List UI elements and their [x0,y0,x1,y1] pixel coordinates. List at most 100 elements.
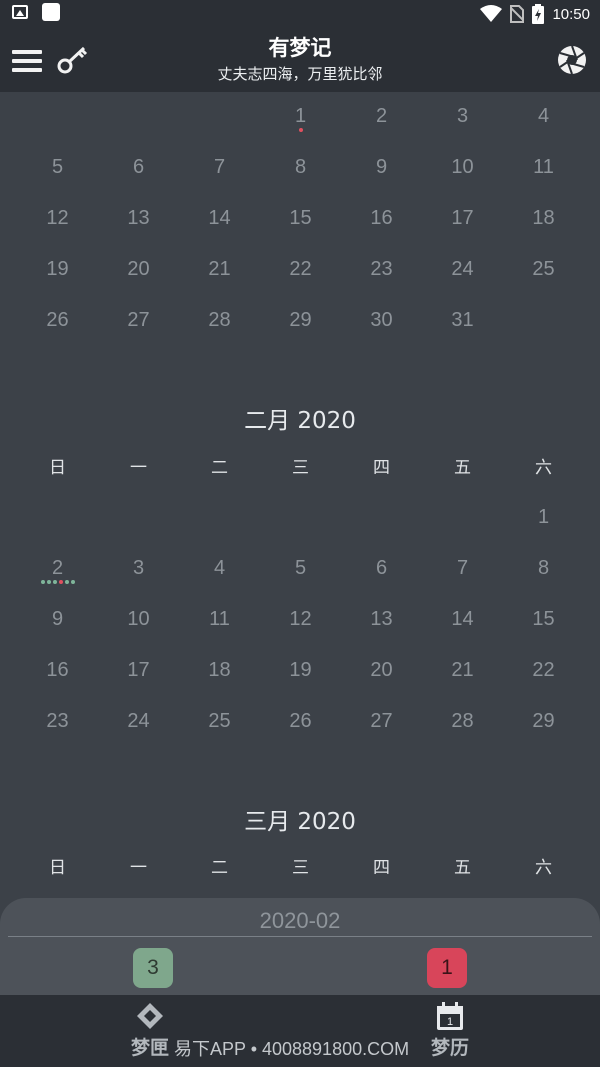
feb-day-28[interactable]: 28 [422,701,503,741]
jan-day-17[interactable]: 17 [422,198,503,238]
status-bar: 10:50 [0,0,600,30]
feb-day-26[interactable]: 26 [260,701,341,741]
jan-day-2[interactable]: 2 [341,96,422,136]
app-header: 有梦记 丈夫志四海，万里犹比邻 [0,30,600,92]
panel-month-label: 2020-02 [259,908,341,933]
jan-day-18[interactable]: 18 [503,198,584,238]
dream-dot [40,580,45,584]
empty-day-cell [422,497,503,537]
feb-day-12[interactable]: 12 [260,599,341,639]
feb-day-19[interactable]: 19 [260,650,341,690]
app-notification-icon [42,3,60,21]
feb-day-3[interactable]: 3 [98,548,179,588]
feb-day-2[interactable]: 2 [17,548,98,588]
jan-day-20[interactable]: 20 [98,249,179,289]
jan-day-21[interactable]: 21 [179,249,260,289]
dream-dot [46,580,51,584]
feb-day-25[interactable]: 25 [179,701,260,741]
jan-day-23[interactable]: 23 [341,249,422,289]
month-title-march: 三月 2020 [244,809,356,835]
feb-day-23[interactable]: 23 [17,701,98,741]
weekday-label: 四 [373,858,390,878]
feb-day-15[interactable]: 15 [503,599,584,639]
dream-count-badge-green[interactable]: 3 [133,948,173,988]
calendar-icon-day: 1 [447,1016,453,1028]
jan-day-10[interactable]: 10 [422,147,503,187]
month-summary-panel[interactable]: 2020-02 3 1 [0,898,600,998]
feb-day-17[interactable]: 17 [98,650,179,690]
feb-day-14[interactable]: 14 [422,599,503,639]
jan-day-27[interactable]: 27 [98,300,179,340]
feb-week-row: 23 24 25 26 27 28 29 [17,701,584,741]
jan-day-3[interactable]: 3 [422,96,503,136]
feb-day-4[interactable]: 4 [179,548,260,588]
feb-day-29[interactable]: 29 [503,701,584,741]
feb-week-row: 16 17 18 19 20 21 22 [17,650,584,690]
jan-day-13[interactable]: 13 [98,198,179,238]
panel-divider [8,936,592,937]
nav-dream-calendar[interactable]: 1 梦历 [420,1001,480,1060]
jan-day-9[interactable]: 9 [341,147,422,187]
no-sim-icon [510,5,525,23]
jan-day-25[interactable]: 25 [503,249,584,289]
february-weekday-header: 日一二三四五六 [17,453,584,483]
dream-dot [64,580,69,584]
feb-day-11[interactable]: 11 [179,599,260,639]
app-title: 有梦记 [268,36,332,60]
jan-day-4[interactable]: 4 [503,96,584,136]
jan-day-15[interactable]: 15 [260,198,341,238]
feb-day-7[interactable]: 7 [422,548,503,588]
jan-day-26[interactable]: 26 [17,300,98,340]
month-title-february: 二月 2020 [244,408,356,434]
nav-dream-box[interactable]: 梦匣 [120,1001,180,1060]
dream-dot [58,580,63,584]
jan-day-6[interactable]: 6 [98,147,179,187]
feb-day-21[interactable]: 21 [422,650,503,690]
jan-day-31[interactable]: 31 [422,300,503,340]
aperture-icon[interactable] [556,44,588,80]
jan-day-8[interactable]: 8 [260,147,341,187]
jan-week-row: 5 6 7 8 9 10 11 [17,147,584,187]
jan-week-row: 19 20 21 22 23 24 25 [17,249,584,289]
jan-day-22[interactable]: 22 [260,249,341,289]
jan-day-5[interactable]: 5 [17,147,98,187]
feb-day-6[interactable]: 6 [341,548,422,588]
jan-day-29[interactable]: 29 [260,300,341,340]
feb-day-22[interactable]: 22 [503,650,584,690]
jan-day-19[interactable]: 19 [17,249,98,289]
empty-day-cell [179,497,260,537]
jan-day-12[interactable]: 12 [17,198,98,238]
feb-day-24[interactable]: 24 [98,701,179,741]
weekday-label: 一 [130,858,147,878]
feb-day-13[interactable]: 13 [341,599,422,639]
feb-day-5[interactable]: 5 [260,548,341,588]
jan-day-11[interactable]: 11 [503,147,584,187]
feb-day-20[interactable]: 20 [341,650,422,690]
calendar-scroll-view[interactable]: 1 2 3 4 5 6 7 8 9 10 11 12 13 14 15 16 17 18 19 20 21 22 23 24 2… [0,92,600,902]
weekday-label: 日 [49,858,66,878]
jan-day-7[interactable]: 7 [179,147,260,187]
jan-day-28[interactable]: 28 [179,300,260,340]
dream-dot [52,580,57,584]
empty-day-cell [179,96,260,136]
dream-dot [298,128,303,132]
jan-day-16[interactable]: 16 [341,198,422,238]
feb-day-10[interactable]: 10 [98,599,179,639]
weekday-label: 三 [292,458,309,478]
feb-day-9[interactable]: 9 [17,599,98,639]
feb-day-8[interactable]: 8 [503,548,584,588]
wifi-icon [480,5,503,23]
feb-day-16[interactable]: 16 [17,650,98,690]
feb-day-1[interactable]: 1 [503,497,584,537]
dream-count-badge-red[interactable]: 1 [427,948,467,988]
feb-day-27[interactable]: 27 [341,701,422,741]
jan-day-30[interactable]: 30 [341,300,422,340]
jan-day-24[interactable]: 24 [422,249,503,289]
watermark-text: 易下APP • 4008891800.COM [174,1039,410,1059]
jan-day-14[interactable]: 14 [179,198,260,238]
feb-day-18[interactable]: 18 [179,650,260,690]
weekday-label: 二 [211,858,228,878]
empty-day-cell [341,497,422,537]
feb-week-row: 2345678 [17,548,584,588]
jan-day-1[interactable]: 1 [260,96,341,136]
